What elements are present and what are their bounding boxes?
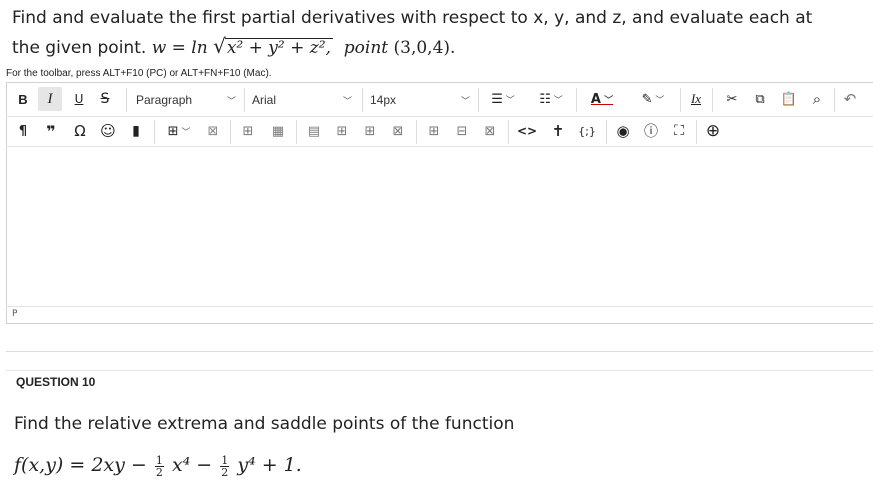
paste-icon[interactable]: 📋 bbox=[778, 84, 800, 114]
table-icon[interactable]: ⊞ ﹀ bbox=[162, 116, 196, 146]
fullscreen-icon[interactable]: ⛶ bbox=[668, 116, 690, 146]
chevron-down-icon: ﹀ bbox=[226, 95, 236, 106]
question-10-text: Find the relative extrema and saddle poi… bbox=[14, 414, 515, 434]
bold-icon[interactable]: B bbox=[14, 84, 32, 114]
separator bbox=[478, 88, 479, 112]
formula-radicand: x² + y² + z², bbox=[226, 38, 331, 58]
question-label: QUESTION 10 bbox=[16, 375, 96, 389]
separator bbox=[126, 88, 127, 112]
paragraph-mark-icon[interactable]: ¶ bbox=[14, 116, 32, 146]
blockquote-icon[interactable]: ❞ bbox=[42, 116, 60, 146]
underline-icon[interactable]: U bbox=[70, 84, 88, 114]
copy-icon[interactable]: ⧉ bbox=[750, 84, 770, 114]
divider bbox=[6, 370, 873, 371]
font-size-value: 14px bbox=[370, 93, 397, 107]
element-path: P bbox=[12, 309, 18, 319]
formula-term: x⁴ − bbox=[171, 454, 213, 476]
toolbar-row-2: ¶ ❞ Ω ☺ ▮ ⊞ ﹀ ⊠ ⊞ ▦ ▤ ⊞ ⊞ ⊠ ⊞ ⊟ ⊠ <> ✝ {… bbox=[6, 116, 873, 147]
editor-status-bar: P bbox=[6, 306, 873, 323]
separator bbox=[606, 120, 607, 144]
highlight-icon[interactable]: ✎ ﹀ bbox=[632, 84, 674, 114]
editor-content-area[interactable] bbox=[7, 147, 873, 305]
code-icon[interactable]: <> bbox=[516, 116, 538, 146]
fraction: 12 bbox=[154, 453, 164, 479]
accessibility-icon[interactable]: ✝ bbox=[548, 116, 568, 146]
separator bbox=[696, 120, 697, 144]
insert-col-icon[interactable]: ⊞ bbox=[332, 116, 352, 146]
formula-lhs: w = ln bbox=[151, 38, 208, 58]
preview-icon[interactable]: ◉ bbox=[612, 116, 634, 146]
separator bbox=[508, 120, 509, 144]
toolbar-hint: For the toolbar, press ALT+F10 (PC) or A… bbox=[6, 68, 272, 79]
clear-formatting-icon[interactable]: Ix bbox=[686, 84, 706, 114]
font-family-select[interactable]: Arial ﹀ bbox=[246, 88, 358, 112]
find-icon[interactable]: ⌕ bbox=[806, 84, 828, 114]
fraction-denominator: 2 bbox=[155, 465, 163, 479]
formula-start: f(x,y) = 2xy − bbox=[14, 454, 147, 476]
insert-row-icon[interactable]: ▤ bbox=[304, 116, 324, 146]
question-9-formula: w = ln √x² + y² + z², point (3,0,4). bbox=[151, 34, 456, 58]
separator bbox=[680, 88, 681, 112]
add-content-icon[interactable]: ⊕ bbox=[702, 116, 724, 146]
separator bbox=[154, 120, 155, 144]
chevron-down-icon: ﹀ bbox=[460, 95, 470, 106]
insert-col-icon[interactable]: ⊟ bbox=[452, 116, 472, 146]
cut-icon[interactable]: ✂ bbox=[722, 84, 742, 114]
separator bbox=[416, 120, 417, 144]
separator bbox=[230, 120, 231, 144]
point-value: (3,0,4). bbox=[393, 38, 456, 58]
emoji-icon[interactable]: ☺ bbox=[98, 116, 118, 146]
italic-icon[interactable]: I bbox=[38, 87, 62, 111]
fraction-numerator: 1 bbox=[154, 453, 164, 467]
delete-table-icon[interactable]: ⊠ bbox=[204, 116, 222, 146]
question-9-line2: the given point. w = ln √x² + y² + z², p… bbox=[12, 32, 862, 62]
divider bbox=[6, 351, 873, 352]
separator bbox=[576, 88, 577, 112]
question-10-formula: f(x,y) = 2xy − 12 x⁴ − 12 y⁴ + 1. bbox=[14, 454, 302, 478]
bullet-list-icon[interactable]: ☰ ﹀ bbox=[484, 84, 522, 114]
source-icon[interactable]: {;} bbox=[576, 116, 598, 146]
font-size-select[interactable]: 14px ﹀ bbox=[364, 88, 476, 112]
font-family-value: Arial bbox=[252, 93, 277, 107]
merge-icon[interactable]: ⊞ bbox=[360, 116, 380, 146]
separator bbox=[244, 88, 245, 112]
help-icon[interactable]: ⓘ bbox=[640, 116, 662, 146]
question-9: Find and evaluate the first partial deri… bbox=[12, 4, 862, 62]
question-9-line1: Find and evaluate the first partial deri… bbox=[12, 8, 813, 28]
chevron-down-icon: ﹀ bbox=[342, 95, 352, 106]
block-format-value: Paragraph bbox=[136, 93, 193, 107]
toolbar-row-1: B I U S Paragraph ﹀ Arial ﹀ 14px ﹀ ☰ ﹀ ☷… bbox=[6, 84, 873, 117]
omega-icon[interactable]: Ω bbox=[70, 116, 90, 146]
split-icon[interactable]: ⊠ bbox=[388, 116, 408, 146]
formula-term: y⁴ + 1. bbox=[237, 454, 302, 476]
bookmark-icon[interactable]: ▮ bbox=[126, 116, 146, 146]
text-color-icon[interactable]: A ﹀ bbox=[584, 84, 620, 114]
fraction-numerator: 1 bbox=[220, 453, 230, 467]
fraction-denominator: 2 bbox=[221, 465, 229, 479]
delete-col-icon[interactable]: ⊠ bbox=[480, 116, 500, 146]
point-label: point bbox=[343, 38, 389, 58]
question-9-lead: the given point. bbox=[12, 38, 147, 58]
separator bbox=[834, 88, 835, 112]
fraction: 12 bbox=[220, 453, 230, 479]
separator bbox=[362, 88, 363, 112]
row-props-icon[interactable]: ⊞ bbox=[238, 116, 258, 146]
insert-row-icon[interactable]: ⊞ bbox=[424, 116, 444, 146]
cell-props-icon[interactable]: ▦ bbox=[268, 116, 288, 146]
separator bbox=[712, 88, 713, 112]
block-format-select[interactable]: Paragraph ﹀ bbox=[130, 88, 242, 112]
numbered-list-icon[interactable]: ☷ ﹀ bbox=[532, 84, 570, 114]
strikethrough-icon[interactable]: S bbox=[96, 84, 114, 114]
undo-icon[interactable]: ↶ bbox=[840, 84, 860, 114]
separator bbox=[296, 120, 297, 144]
